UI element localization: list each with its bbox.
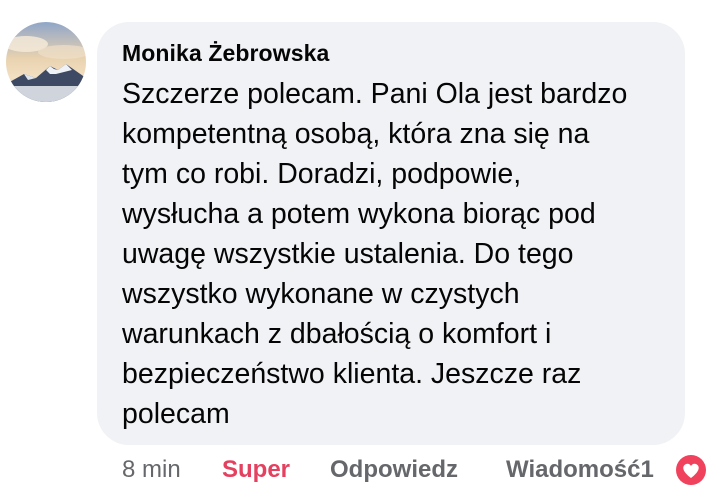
comment-bubble: Monika Żebrowska Szczerze polecam. Pani … bbox=[97, 22, 685, 445]
comment-actions: 8 min Super Odpowiedz Wiadomość1 bbox=[0, 452, 715, 488]
reaction-button[interactable]: Super bbox=[222, 452, 290, 488]
message-label: Wiadomość bbox=[506, 456, 641, 483]
reaction-count: 1 bbox=[640, 456, 654, 483]
comment-timestamp[interactable]: 8 min bbox=[122, 452, 181, 488]
reply-button[interactable]: Odpowiedz bbox=[330, 452, 458, 488]
mountain-landscape-avatar-image bbox=[6, 22, 86, 102]
avatar[interactable] bbox=[6, 22, 86, 102]
heart-reaction-icon[interactable] bbox=[673, 452, 709, 488]
comment-author[interactable]: Monika Żebrowska bbox=[122, 38, 661, 68]
message-button[interactable]: Wiadomość1 bbox=[506, 452, 654, 488]
comment-text: Szczerze polecam. Pani Ola jest bardzo k… bbox=[122, 78, 628, 430]
